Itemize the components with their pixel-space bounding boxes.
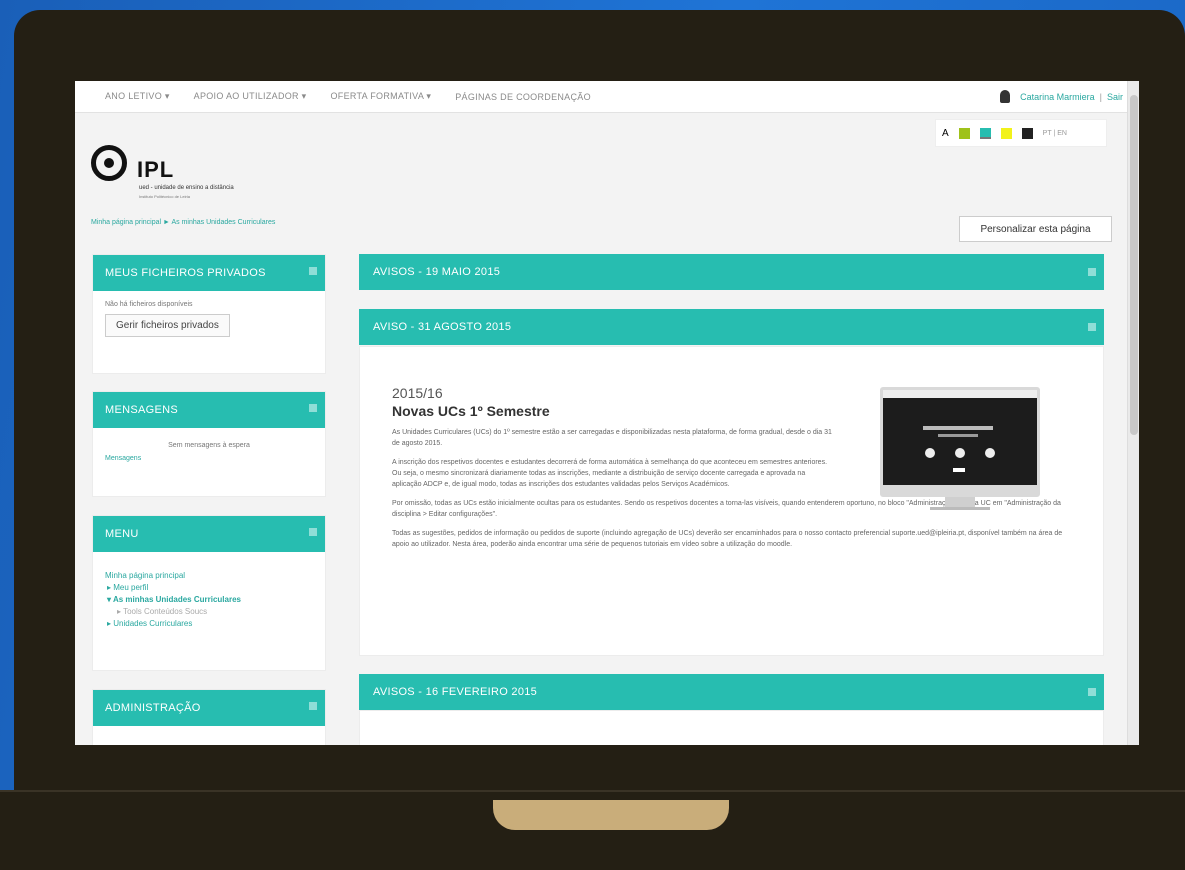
announcement-content: 2015/16 Novas UCs 1º Semestre As Unidade… <box>359 346 1104 656</box>
admin-title: ADMINISTRAÇÃO <box>105 702 201 714</box>
menu-block: MENU Minha página principal ▸ Meu perfil… <box>92 515 326 671</box>
section-collapse-icon[interactable] <box>1088 688 1096 696</box>
nav-ano-letivo[interactable]: ANO LETIVO ▾ <box>105 91 170 102</box>
logo-subtitle: ued - unidade de ensino a distância <box>139 185 234 191</box>
logo-dot-icon <box>104 158 114 168</box>
menu-item-my-courses[interactable]: ▾ As minhas Unidades Curriculares <box>105 595 313 604</box>
menu-body: Minha página principal ▸ Meu perfil ▾ As… <box>93 552 325 638</box>
font-size-button[interactable]: A <box>942 128 949 139</box>
user-separator: | <box>1099 91 1102 102</box>
announcement-paragraph-1: As Unidades Curriculares (UCs) do 1º sem… <box>392 429 832 447</box>
nav-apoio-utilizador[interactable]: APOIO AO UTILIZADOR ▾ <box>194 91 307 102</box>
section-header-19-maio[interactable]: AVISOS - 19 MAIO 2015 <box>359 254 1104 290</box>
menu-item-tools[interactable]: ▸ Tools Conteúdos Soucs <box>105 607 313 616</box>
browser-screen: ANO LETIVO ▾ APOIO AO UTILIZADOR ▾ OFERT… <box>75 81 1139 745</box>
announcement-paragraph-4: Todas as sugestões, pedidos de informaçã… <box>392 530 1063 548</box>
logout-link[interactable]: Sair <box>1107 92 1123 102</box>
announcement-paragraph-2: A inscrição dos respetivos docentes e es… <box>392 459 828 488</box>
monitor-illustration <box>880 387 1040 517</box>
nav-paginas-coordenacao[interactable]: PÁGINAS DE COORDENAÇÃO <box>455 92 591 102</box>
laptop-notch <box>493 800 729 830</box>
top-navigation: ANO LETIVO ▾ APOIO AO UTILIZADOR ▾ OFERT… <box>75 81 1139 113</box>
block-collapse-icon[interactable] <box>309 404 317 412</box>
private-files-body: Não há ficheiros disponíveis Gerir fiche… <box>93 291 325 347</box>
section-collapse-icon[interactable] <box>1088 323 1096 331</box>
nav-oferta-formativa[interactable]: OFERTA FORMATIVA ▾ <box>330 91 431 102</box>
theme-green-swatch[interactable] <box>958 127 970 139</box>
scrollbar-thumb[interactable] <box>1130 95 1138 435</box>
menu-item-courses[interactable]: ▸ Unidades Curriculares <box>105 619 313 628</box>
user-menu: Catarina Marmiera | Sair <box>1000 90 1139 103</box>
messages-title: MENSAGENS <box>105 404 178 416</box>
messages-link[interactable]: Mensagens <box>105 455 313 462</box>
logo-tagline: Instituto Politécnico de Leiria <box>139 194 190 199</box>
messages-block: MENSAGENS Sem mensagens à espera Mensage… <box>92 391 326 497</box>
messages-header[interactable]: MENSAGENS <box>93 392 325 428</box>
breadcrumb[interactable]: Minha página principal ► As minhas Unida… <box>91 219 275 226</box>
theme-yellow-swatch[interactable] <box>1000 127 1012 139</box>
no-messages-text: Sem mensagens à espera <box>168 442 250 449</box>
theme-dark-swatch[interactable] <box>1021 127 1033 139</box>
user-name-link[interactable]: Catarina Marmiera <box>1020 92 1095 102</box>
block-collapse-icon[interactable] <box>309 702 317 710</box>
vertical-scrollbar[interactable] <box>1127 81 1139 745</box>
private-files-title: MEUS FICHEIROS PRIVADOS <box>105 267 266 279</box>
block-collapse-icon[interactable] <box>309 267 317 275</box>
admin-header[interactable]: ADMINISTRAÇÃO <box>93 690 325 726</box>
admin-block: ADMINISTRAÇÃO <box>92 689 326 745</box>
section-title: AVISOS - 16 FEVEREIRO 2015 <box>373 686 538 698</box>
block-collapse-icon[interactable] <box>309 528 317 536</box>
monitor-screen-image <box>880 387 1040 497</box>
private-files-block: MEUS FICHEIROS PRIVADOS Não há ficheiros… <box>92 254 326 374</box>
theme-teal-swatch[interactable] <box>979 127 991 139</box>
manage-files-button[interactable]: Gerir ficheiros privados <box>105 314 230 337</box>
private-files-header[interactable]: MEUS FICHEIROS PRIVADOS <box>93 255 325 291</box>
section-body-16-fevereiro <box>359 710 1104 745</box>
menu-header[interactable]: MENU <box>93 516 325 552</box>
menu-item-home[interactable]: Minha página principal <box>105 571 313 580</box>
section-header-16-fevereiro[interactable]: AVISOS - 16 FEVEREIRO 2015 <box>359 674 1104 710</box>
section-header-31-agosto[interactable]: AVISO - 31 AGOSTO 2015 <box>359 309 1104 345</box>
section-title: AVISOS - 19 MAIO 2015 <box>373 266 501 278</box>
customize-page-button[interactable]: Personalizar esta página <box>959 216 1112 242</box>
menu-item-profile[interactable]: ▸ Meu perfil <box>105 583 313 592</box>
logo-text: IPL <box>137 157 175 182</box>
user-avatar-icon[interactable] <box>1000 90 1011 103</box>
section-title: AVISO - 31 AGOSTO 2015 <box>373 321 512 333</box>
section-collapse-icon[interactable] <box>1088 268 1096 276</box>
no-files-text: Não há ficheiros disponíveis <box>105 301 193 308</box>
menu-title: MENU <box>105 528 139 540</box>
language-switch[interactable]: PT | EN <box>1043 130 1067 137</box>
accessibility-bar: A PT | EN <box>935 119 1107 147</box>
messages-body: Sem mensagens à espera Mensagens <box>93 428 325 472</box>
